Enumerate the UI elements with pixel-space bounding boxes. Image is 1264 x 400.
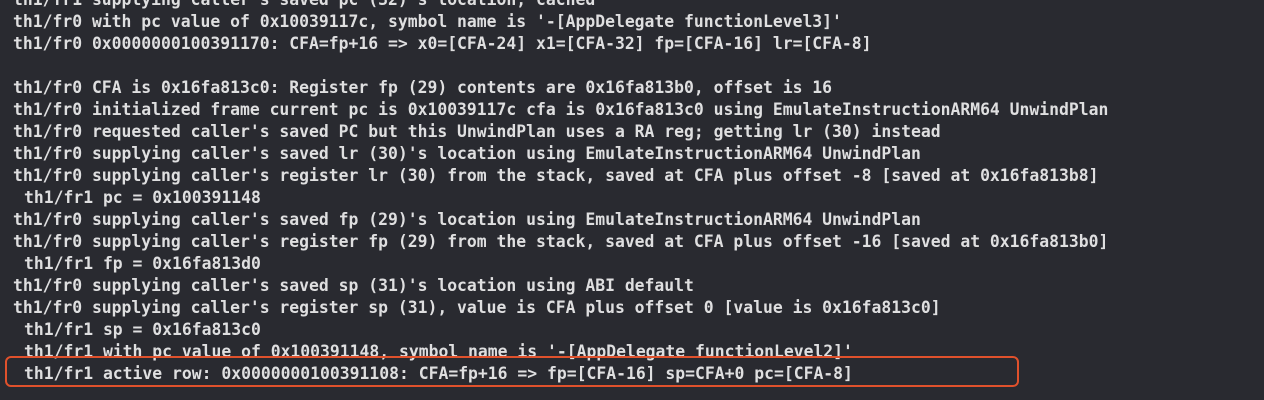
log-line: th1/fr0 with pc value of 0x10039117c, sy… [13, 12, 842, 31]
log-line: th1/fr1 fp = 0x16fa813d0 [24, 254, 261, 273]
log-line: th1/fr1 pc = 0x100391148 [24, 188, 261, 207]
log-line: th1/fr0 supplying caller's register lr (… [13, 166, 1099, 185]
log-line: th1/fr0 supplying caller's saved fp (29)… [13, 210, 921, 229]
log-line: th1/fr0 supplying caller's register fp (… [13, 232, 1109, 251]
log-line: th1/fr0 supplying caller's register sp (… [13, 298, 941, 317]
log-line: th1/fr0 requested caller's saved PC but … [13, 122, 941, 141]
log-line: th1/fr1 supplying caller's saved pc (32)… [13, 0, 1264, 11]
log-line: th1/fr0 initialized frame current pc is … [13, 100, 1109, 119]
log-line: th1/fr0 0x0000000100391170: CFA=fp+16 =>… [13, 34, 872, 53]
log-line: th1/fr1 sp = 0x16fa813c0 [24, 320, 261, 339]
log-line: th1/fr0 CFA is 0x16fa813c0: Register fp … [13, 78, 833, 97]
debug-console[interactable]: th1/fr1 supplying caller's saved pc (32)… [0, 0, 1264, 400]
highlight-annotation-box [5, 356, 1019, 387]
log-line: th1/fr0 supplying caller's saved lr (30)… [13, 144, 921, 163]
log-line: th1/fr0 supplying caller's saved sp (31)… [13, 276, 694, 295]
log-output: th1/fr1 supplying caller's saved pc (32)… [13, 0, 1264, 385]
